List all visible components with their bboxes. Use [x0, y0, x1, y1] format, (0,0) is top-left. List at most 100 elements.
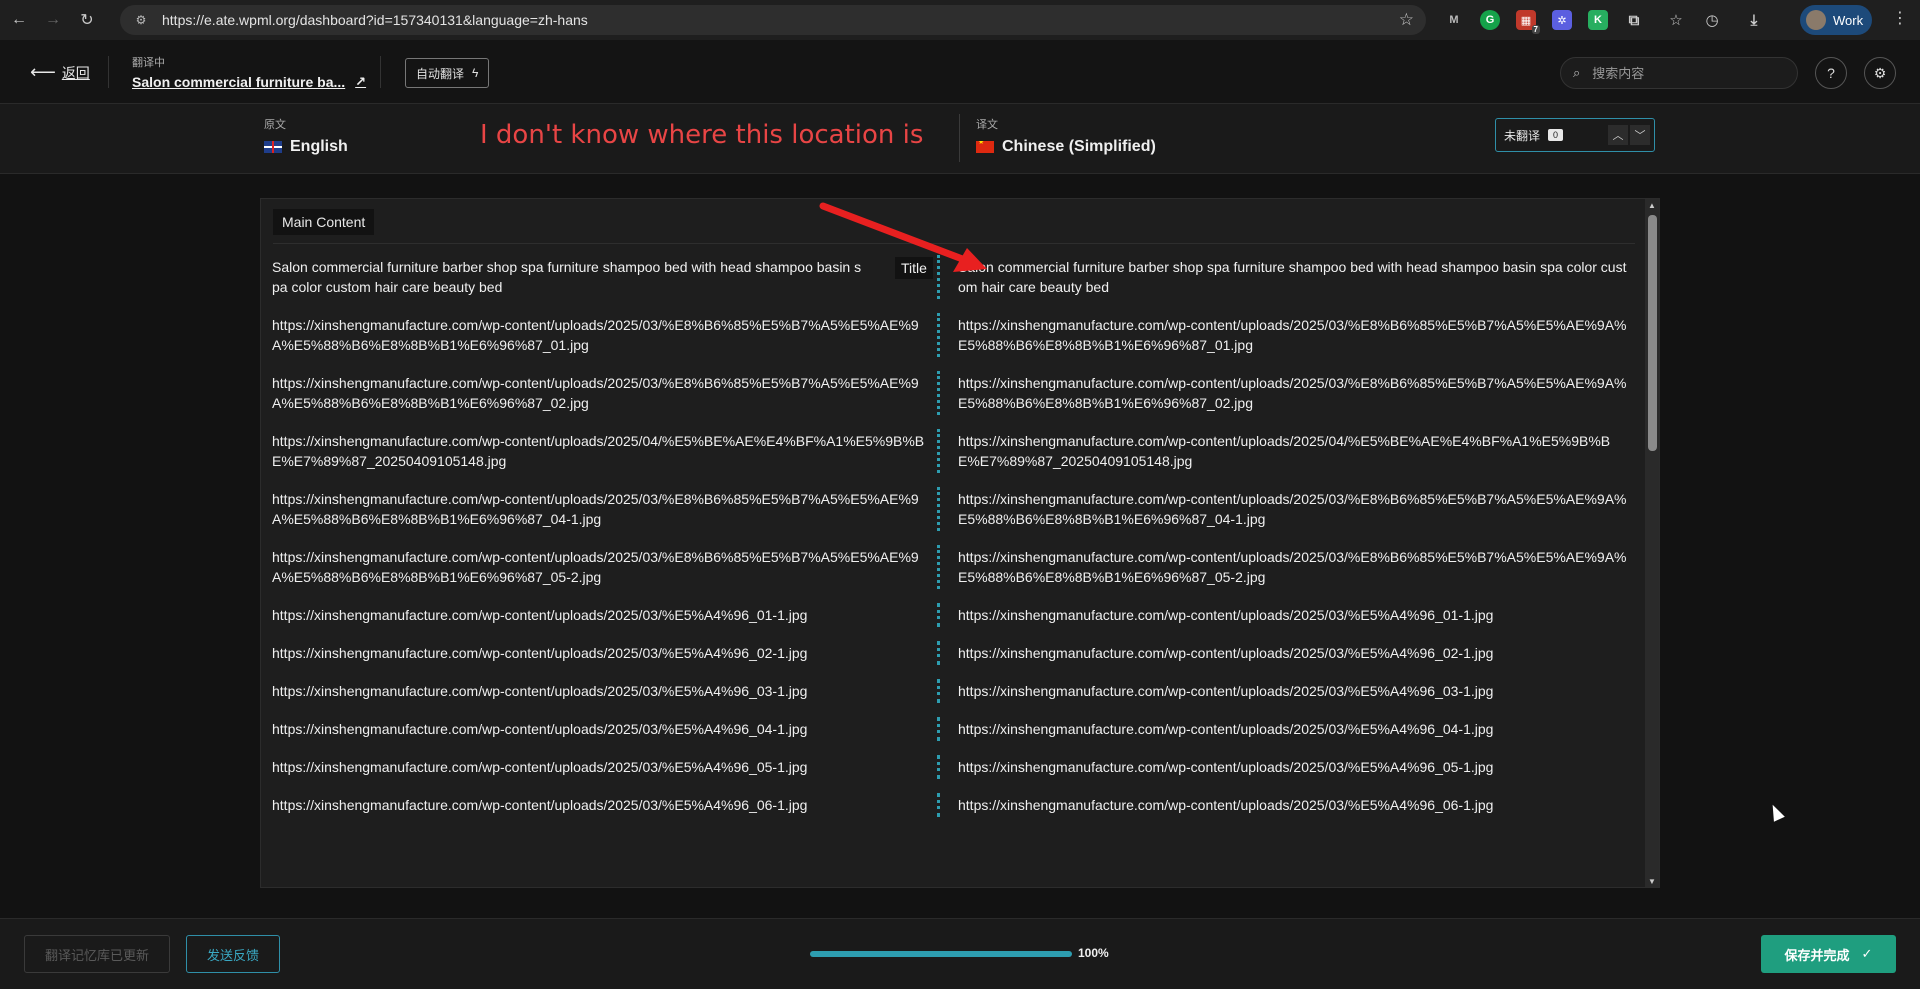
- target-segment[interactable]: Salon commercial furniture barber shop s…: [958, 257, 1628, 297]
- memory-updated-button[interactable]: 翻译记忆库已更新: [24, 935, 171, 973]
- extensions-area: M G ▦ 7 ✲ K ⧉ ☆ ◷ ⤓: [1436, 5, 1772, 35]
- segment-row: https://xinshengmanufacture.com/wp-conte…: [261, 313, 1641, 357]
- job-title-link[interactable]: Salon commercial furniture ba... ↗: [132, 74, 366, 90]
- source-segment: https://xinshengmanufacture.com/wp-conte…: [272, 491, 919, 527]
- target-segment[interactable]: https://xinshengmanufacture.com/wp-conte…: [958, 431, 1628, 471]
- target-segment[interactable]: https://xinshengmanufacture.com/wp-conte…: [958, 373, 1628, 413]
- check-icon: ✓: [1861, 946, 1873, 961]
- target-segment[interactable]: https://xinshengmanufacture.com/wp-conte…: [958, 315, 1628, 355]
- site-settings-icon[interactable]: ⚙: [130, 13, 152, 27]
- segment-row: https://xinshengmanufacture.com/wp-conte…: [261, 429, 1641, 473]
- segment-row: https://xinshengmanufacture.com/wp-conte…: [261, 679, 1641, 703]
- reload-icon[interactable]: ↻: [72, 5, 102, 35]
- source-segment: https://xinshengmanufacture.com/wp-conte…: [272, 549, 919, 585]
- target-segment[interactable]: https://xinshengmanufacture.com/wp-conte…: [958, 605, 1628, 625]
- source-segment: https://xinshengmanufacture.com/wp-conte…: [272, 645, 808, 661]
- app-header: ⟵ 返回 翻译中 Salon commercial furniture ba..…: [0, 40, 1920, 104]
- back-link[interactable]: ⟵ 返回: [30, 62, 90, 83]
- segment-separator: [926, 545, 958, 589]
- send-feedback-button[interactable]: 发送反馈: [186, 935, 281, 973]
- target-lang-text: Chinese (Simplified): [1002, 138, 1156, 155]
- search-input[interactable]: [1592, 65, 1773, 81]
- job-status: 翻译中: [132, 57, 165, 69]
- segment-separator: [926, 429, 958, 473]
- browser-menu-icon[interactable]: ⋮: [1892, 8, 1908, 28]
- browser-toolbar: ← → ↻ ⚙ https://e.ate.wpml.org/dashboard…: [0, 0, 1920, 40]
- calendar-extension-icon[interactable]: ▦ 7: [1516, 10, 1540, 34]
- history-icon[interactable]: ◷: [1702, 10, 1722, 30]
- forward-arrow-icon[interactable]: →: [38, 5, 68, 35]
- segment-separator: [926, 793, 958, 817]
- target-segment[interactable]: https://xinshengmanufacture.com/wp-conte…: [958, 643, 1628, 663]
- segment-separator: [926, 313, 958, 357]
- chevron-up-icon[interactable]: ︿: [1608, 125, 1628, 145]
- divider: [380, 56, 381, 88]
- gear-extension-icon[interactable]: ✲: [1552, 10, 1572, 30]
- download-icon[interactable]: ⤓: [1744, 10, 1764, 30]
- auto-translate-button[interactable]: 自动翻译 ϟ: [405, 58, 490, 88]
- target-segment[interactable]: https://xinshengmanufacture.com/wp-conte…: [958, 757, 1628, 777]
- filter-label: 未翻译: [1504, 128, 1541, 143]
- segment-row: https://xinshengmanufacture.com/wp-conte…: [261, 487, 1641, 531]
- source-lang-text: English: [290, 138, 348, 155]
- source-segment: https://xinshengmanufacture.com/wp-conte…: [272, 607, 808, 623]
- progress-fill: [810, 951, 1072, 957]
- mouse-cursor-icon: [1767, 802, 1785, 822]
- segment-row: https://xinshengmanufacture.com/wp-conte…: [261, 755, 1641, 779]
- job-info: 翻译中 Salon commercial furniture ba... ↗: [132, 54, 366, 90]
- chevron-down-icon[interactable]: ﹀: [1630, 125, 1650, 145]
- scroll-down-icon[interactable]: ▼: [1647, 877, 1657, 887]
- target-lang-name: Chinese (Simplified): [976, 138, 1156, 156]
- segment-separator: [926, 371, 958, 415]
- target-segment[interactable]: https://xinshengmanufacture.com/wp-conte…: [958, 719, 1628, 739]
- external-link-icon[interactable]: ↗: [355, 74, 366, 90]
- source-segment: https://xinshengmanufacture.com/wp-conte…: [272, 433, 925, 469]
- source-segment: https://xinshengmanufacture.com/wp-conte…: [272, 759, 808, 775]
- back-label: 返回: [61, 64, 90, 81]
- auto-translate-label: 自动翻译: [416, 66, 465, 81]
- scroll-up-icon[interactable]: ▲: [1647, 201, 1657, 211]
- back-arrow-icon[interactable]: ←: [4, 5, 34, 35]
- annotation-text: I don't know where this location is: [480, 120, 924, 150]
- segment-row: https://xinshengmanufacture.com/wp-conte…: [261, 793, 1641, 817]
- segment-separator: [926, 603, 958, 627]
- source-segment: https://xinshengmanufacture.com/wp-conte…: [272, 721, 808, 737]
- segment-row: https://xinshengmanufacture.com/wp-conte…: [261, 371, 1641, 415]
- bookmarks-icon[interactable]: ☆: [1666, 10, 1686, 30]
- segment-list: Salon commercial furniture barber shop s…: [261, 255, 1641, 833]
- target-segment[interactable]: https://xinshengmanufacture.com/wp-conte…: [958, 547, 1628, 587]
- k-extension-icon[interactable]: K: [1588, 10, 1608, 30]
- help-button[interactable]: ?: [1815, 57, 1847, 89]
- segment-separator: [926, 717, 958, 741]
- segment-separator: [926, 641, 958, 665]
- profile-button[interactable]: Work: [1800, 5, 1872, 35]
- progress-text: 100%: [1078, 946, 1109, 960]
- extension-badge: 7: [1531, 25, 1540, 34]
- scrollbar[interactable]: ▲ ▼: [1645, 199, 1659, 887]
- grammarly-extension-icon[interactable]: G: [1480, 10, 1500, 30]
- segment-row: https://xinshengmanufacture.com/wp-conte…: [261, 545, 1641, 589]
- address-bar[interactable]: ⚙ https://e.ate.wpml.org/dashboard?id=15…: [120, 5, 1426, 35]
- bookmark-star-icon[interactable]: ☆: [1399, 10, 1414, 30]
- back-icon: ⟵: [30, 62, 56, 82]
- uk-flag-icon: [264, 141, 282, 153]
- target-label: 译文: [976, 119, 998, 131]
- china-flag-icon: [976, 141, 994, 153]
- translation-editor: Main Content Salon commercial furniture …: [260, 198, 1660, 888]
- divider: [959, 114, 960, 162]
- metamask-extension-icon[interactable]: M: [1444, 10, 1464, 30]
- segment-separator: [926, 487, 958, 531]
- scrollbar-thumb[interactable]: [1648, 215, 1657, 451]
- source-segment: https://xinshengmanufacture.com/wp-conte…: [272, 683, 808, 699]
- puzzle-extensions-icon[interactable]: ⧉: [1624, 10, 1644, 30]
- target-segment[interactable]: https://xinshengmanufacture.com/wp-conte…: [958, 489, 1628, 529]
- settings-button[interactable]: ⚙: [1864, 57, 1896, 89]
- untranslated-filter[interactable]: 未翻译 0 ︿ ﹀: [1495, 118, 1655, 152]
- target-segment[interactable]: https://xinshengmanufacture.com/wp-conte…: [958, 795, 1628, 815]
- search-box[interactable]: ⌕: [1560, 57, 1798, 89]
- segment-row: https://xinshengmanufacture.com/wp-conte…: [261, 603, 1641, 627]
- target-segment[interactable]: https://xinshengmanufacture.com/wp-conte…: [958, 681, 1628, 701]
- save-and-complete-button[interactable]: 保存并完成 ✓: [1761, 935, 1896, 973]
- source-language: 原文 English: [264, 116, 348, 156]
- filter-count-badge: 0: [1548, 129, 1564, 141]
